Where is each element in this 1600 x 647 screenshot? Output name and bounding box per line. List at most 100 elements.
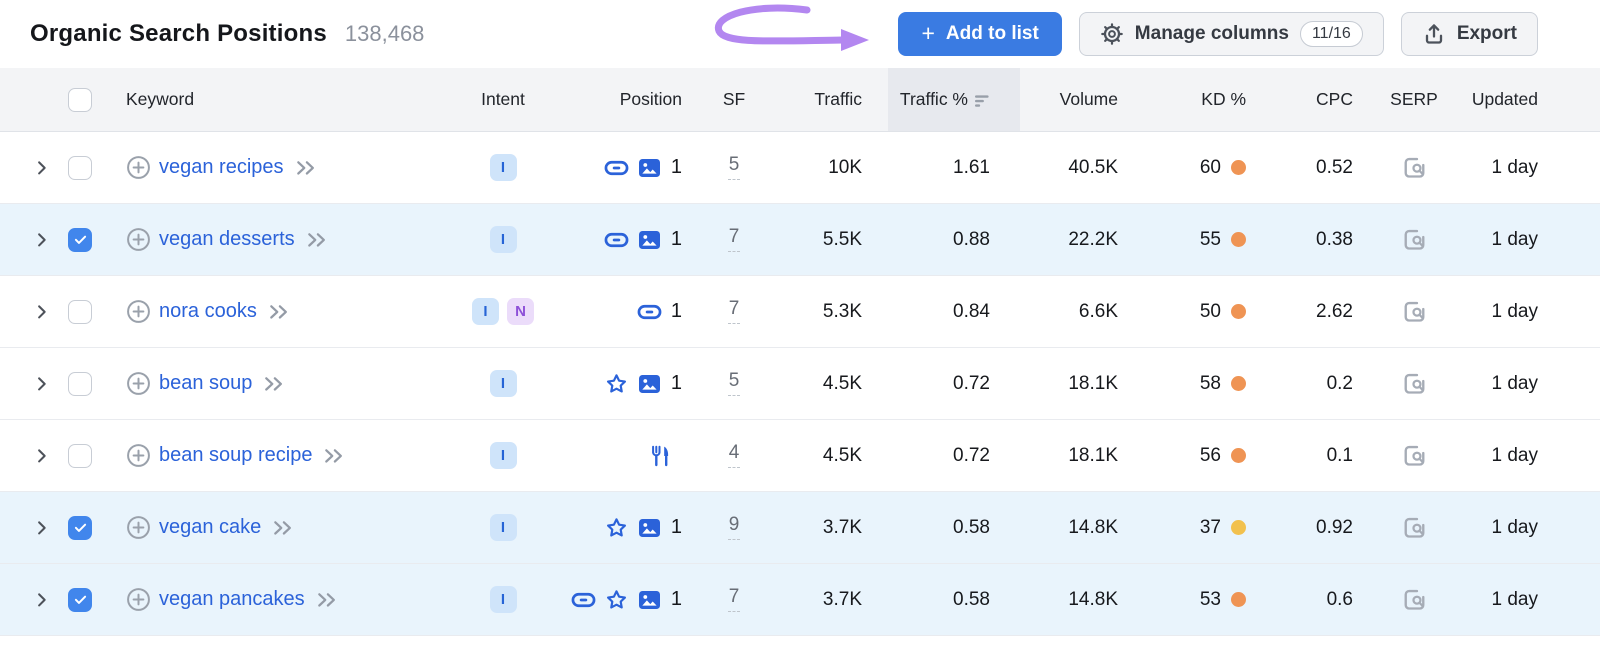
- table-row: bean soup recipe I 4 4.5K 0.72 18.1K 56 …: [0, 420, 1600, 492]
- traffic-pct-value: 0.72: [888, 420, 1020, 491]
- column-header-keyword[interactable]: Keyword: [118, 68, 448, 131]
- serp-preview-icon[interactable]: [1401, 298, 1428, 325]
- export-button[interactable]: Export: [1401, 12, 1538, 56]
- updated-value: 1 day: [1450, 276, 1600, 347]
- column-header-updated[interactable]: Updated: [1450, 68, 1600, 131]
- column-header-volume[interactable]: Volume: [1020, 68, 1148, 131]
- volume-value: 18.1K: [1020, 348, 1148, 419]
- serp-features-count[interactable]: 5: [728, 371, 741, 397]
- serp-features-count[interactable]: 4: [728, 443, 741, 469]
- select-all-checkbox[interactable]: [68, 88, 92, 112]
- position-icons: [604, 516, 662, 540]
- serp-features-count[interactable]: 7: [728, 299, 741, 325]
- traffic-value: 4.5K: [760, 420, 888, 491]
- add-keyword-to-list-icon[interactable]: [126, 515, 151, 540]
- serp-features-count[interactable]: 5: [728, 155, 741, 181]
- position-cell: 1: [558, 492, 708, 563]
- keyword-link[interactable]: nora cooks: [159, 300, 257, 323]
- toolbar: Organic Search Positions 138,468 + Add t…: [0, 0, 1600, 68]
- column-header-cpc[interactable]: CPC: [1276, 68, 1378, 131]
- row-checkbox[interactable]: [68, 300, 92, 324]
- open-keyword-overview-icon[interactable]: [322, 445, 346, 466]
- traffic-value: 3.7K: [760, 564, 888, 635]
- expand-row-icon[interactable]: [32, 158, 51, 177]
- keyword-link[interactable]: vegan recipes: [159, 156, 284, 179]
- traffic-value: 5.5K: [760, 204, 888, 275]
- serp-preview-icon[interactable]: [1401, 226, 1428, 253]
- row-checkbox[interactable]: [68, 228, 92, 252]
- serp-preview-icon[interactable]: [1401, 442, 1428, 469]
- kd-value: 37: [1200, 517, 1221, 539]
- serp-preview-icon[interactable]: [1401, 586, 1428, 613]
- open-keyword-overview-icon[interactable]: [262, 373, 286, 394]
- serp-features-count[interactable]: 7: [728, 587, 741, 613]
- image-icon: [637, 516, 662, 540]
- open-keyword-overview-icon[interactable]: [294, 157, 318, 178]
- expand-row-icon[interactable]: [32, 518, 51, 537]
- cpc-value: 0.52: [1276, 132, 1378, 203]
- keyword-link[interactable]: vegan pancakes: [159, 588, 305, 611]
- column-header-kd[interactable]: KD %: [1148, 68, 1276, 131]
- table-row: vegan recipes I 1 5 10K 1.61 40.5K 60 0.…: [0, 132, 1600, 204]
- row-checkbox[interactable]: [68, 372, 92, 396]
- keyword-link[interactable]: vegan cake: [159, 516, 261, 539]
- cpc-value: 0.38: [1276, 204, 1378, 275]
- table-row: vegan desserts I 1 7 5.5K 0.88 22.2K 55 …: [0, 204, 1600, 276]
- keyword-link[interactable]: bean soup: [159, 372, 252, 395]
- row-checkbox[interactable]: [68, 588, 92, 612]
- intent-badges: IN: [448, 276, 558, 347]
- add-keyword-to-list-icon[interactable]: [126, 587, 151, 612]
- position-icons: [604, 228, 662, 252]
- add-keyword-to-list-icon[interactable]: [126, 299, 151, 324]
- manage-columns-button[interactable]: Manage columns 11/16: [1079, 12, 1384, 56]
- add-to-list-button[interactable]: + Add to list: [898, 12, 1061, 56]
- position-icons: [604, 372, 662, 396]
- serp-preview-icon[interactable]: [1401, 154, 1428, 181]
- expand-row-icon[interactable]: [32, 302, 51, 321]
- column-header-intent[interactable]: Intent: [448, 68, 558, 131]
- column-header-traffic-pct[interactable]: Traffic %: [888, 68, 1020, 131]
- column-header-sf[interactable]: SF: [708, 68, 760, 131]
- plus-icon: +: [921, 22, 934, 45]
- star-icon: [604, 588, 629, 612]
- recipes-icon: [648, 444, 673, 468]
- position-value: 1: [671, 228, 682, 251]
- open-keyword-overview-icon[interactable]: [267, 301, 291, 322]
- table-header: Keyword Intent Position SF Traffic Traff…: [0, 68, 1600, 132]
- open-keyword-overview-icon[interactable]: [271, 517, 295, 538]
- column-header-position[interactable]: Position: [558, 68, 708, 131]
- traffic-pct-value: 0.58: [888, 492, 1020, 563]
- add-keyword-to-list-icon[interactable]: [126, 227, 151, 252]
- serp-preview-icon[interactable]: [1401, 370, 1428, 397]
- add-keyword-to-list-icon[interactable]: [126, 371, 151, 396]
- kd-difficulty-dot: [1231, 376, 1246, 391]
- row-checkbox[interactable]: [68, 516, 92, 540]
- keyword-link[interactable]: bean soup recipe: [159, 444, 312, 467]
- position-cell: 1: [558, 204, 708, 275]
- kd-value: 56: [1200, 445, 1221, 467]
- serp-features-count[interactable]: 7: [728, 227, 741, 253]
- sort-desc-icon: [975, 94, 990, 108]
- serp-features-count[interactable]: 9: [728, 515, 741, 541]
- expand-row-icon[interactable]: [32, 230, 51, 249]
- add-keyword-to-list-icon[interactable]: [126, 443, 151, 468]
- intent-badges: I: [448, 420, 558, 491]
- table-row: vegan cake I 1 9 3.7K 0.58 14.8K 37 0.92…: [0, 492, 1600, 564]
- open-keyword-overview-icon[interactable]: [315, 589, 339, 610]
- image-icon: [637, 588, 662, 612]
- export-label: Export: [1457, 23, 1517, 45]
- row-checkbox[interactable]: [68, 444, 92, 468]
- add-keyword-to-list-icon[interactable]: [126, 155, 151, 180]
- row-checkbox[interactable]: [68, 156, 92, 180]
- open-keyword-overview-icon[interactable]: [305, 229, 329, 250]
- expand-row-icon[interactable]: [32, 590, 51, 609]
- column-header-serp[interactable]: SERP: [1378, 68, 1450, 131]
- column-header-traffic[interactable]: Traffic: [760, 68, 888, 131]
- expand-row-icon[interactable]: [32, 374, 51, 393]
- link-icon: [604, 228, 629, 252]
- kd-difficulty-dot: [1231, 232, 1246, 247]
- expand-row-icon[interactable]: [32, 446, 51, 465]
- intent-badge-navigational: N: [507, 298, 534, 325]
- serp-preview-icon[interactable]: [1401, 514, 1428, 541]
- keyword-link[interactable]: vegan desserts: [159, 228, 295, 251]
